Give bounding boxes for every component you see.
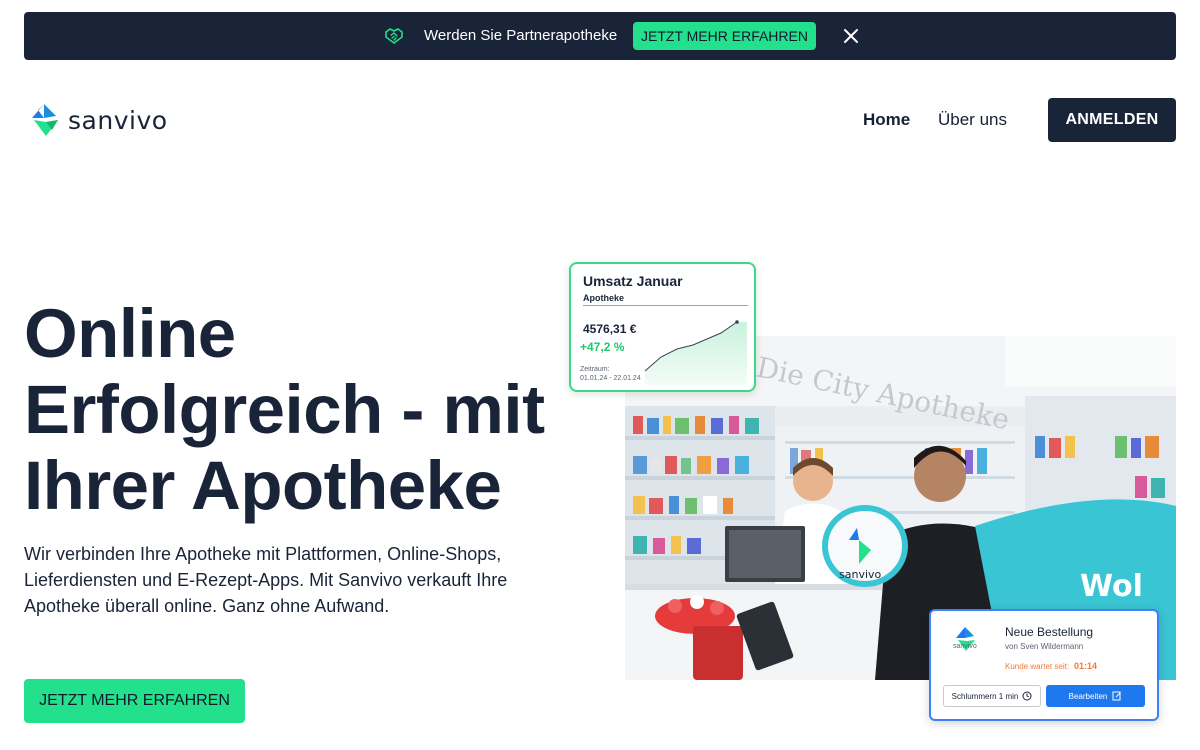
snooze-label: Schlummern 1 min (951, 691, 1019, 701)
close-icon[interactable] (841, 26, 861, 46)
revenue-card-subtitle: Apotheke (583, 293, 625, 303)
period-label: Zeitraum: (580, 366, 610, 373)
handshake-icon (385, 28, 403, 44)
snooze-button[interactable]: Schlummern 1 min (943, 685, 1041, 707)
revenue-sparkline (644, 320, 747, 385)
revenue-card-title: Umsatz Januar (583, 273, 683, 289)
nav-home[interactable]: Home (863, 110, 910, 130)
promo-cta-button[interactable]: JETZT MEHR ERFAHREN (633, 22, 816, 50)
revenue-card: Umsatz Januar Apotheke 4576,31 € +47,2 %… (569, 262, 756, 392)
divider (583, 305, 748, 306)
promo-text: Werden Sie Partnerapotheke (424, 27, 618, 44)
revenue-amount: 4576,31 € (583, 322, 637, 336)
hero-cta-button[interactable]: JETZT MEHR ERFAHREN (24, 679, 245, 723)
sanvivo-logo[interactable]: sanvivo (30, 102, 170, 138)
logo-mark-icon (32, 104, 58, 136)
revenue-change: +47,2 % (580, 340, 625, 354)
login-button[interactable]: ANMELDEN (1048, 98, 1176, 142)
box-label-text: sanvivo (839, 568, 882, 581)
sanvivo-logo-icon (956, 627, 975, 651)
bag-label-text: Wol (1080, 569, 1143, 604)
promo-banner: Werden Sie Partnerapotheke JETZT MEHR ER… (24, 12, 1176, 60)
wait-label: Kunde wartet seit: (1005, 662, 1070, 671)
edit-label: Bearbeiten (1068, 691, 1108, 701)
order-logo-text: sanvivo (953, 643, 977, 650)
edit-button[interactable]: Bearbeiten (1046, 685, 1145, 707)
order-title: Neue Bestellung (1005, 625, 1094, 639)
hero-subtitle: Wir verbinden Ihre Apotheke mit Plattfor… (24, 544, 508, 616)
new-order-card: sanvivo Neue Bestellung von Sven Wilderm… (929, 609, 1159, 721)
clock-icon (1022, 691, 1032, 701)
wait-time: 01:14 (1074, 661, 1098, 671)
order-customer: von Sven Wildermann (1005, 642, 1084, 651)
hero-title: Online Erfolgreich - mit Ihrer Apotheke (24, 295, 545, 524)
edit-icon (1112, 691, 1122, 701)
period-value: 01.01.24 - 22.01.24 (580, 375, 641, 382)
logo-text: sanvivo (68, 105, 168, 135)
nav-about-us[interactable]: Über uns (938, 110, 1007, 130)
